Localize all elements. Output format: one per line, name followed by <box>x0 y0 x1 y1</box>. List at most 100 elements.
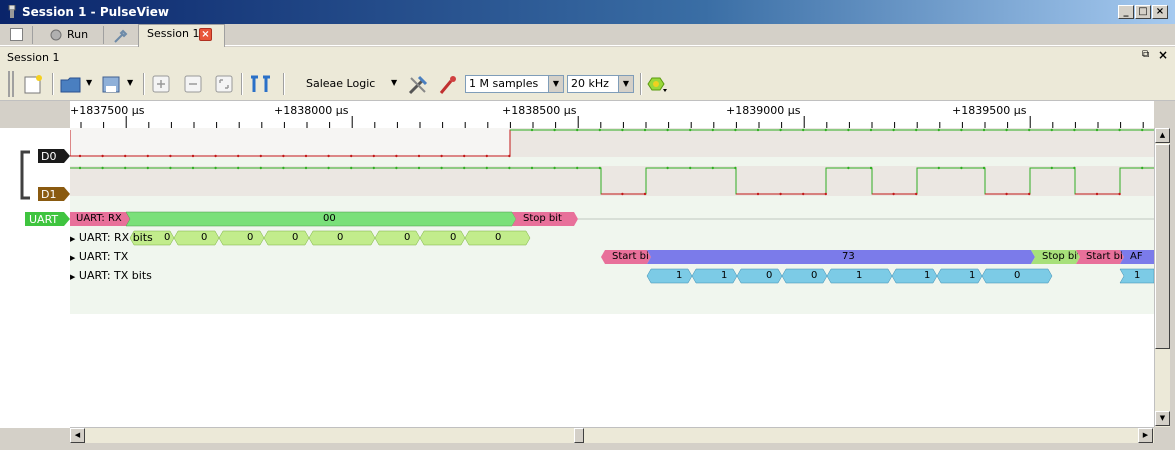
zoom-out-icon[interactable] <box>184 75 202 93</box>
sample-dot <box>1141 166 1144 170</box>
scroll-right-icon[interactable]: ▶ <box>1138 428 1153 443</box>
sample-dot <box>711 166 714 170</box>
sample-dot <box>643 192 647 196</box>
sample-dot <box>892 192 895 196</box>
tx-byte-2-value: AF <box>1130 251 1143 262</box>
sample-dot <box>372 154 375 158</box>
sample-rate-value: 20 kHz <box>571 77 609 90</box>
maximize-button[interactable]: □ <box>1135 5 1151 19</box>
sample-dot <box>440 154 443 158</box>
sample-dot <box>779 128 782 132</box>
sample-dot <box>1028 128 1031 132</box>
tx-row-label[interactable]: ▶ UART: TX <box>70 250 128 263</box>
add-decoder-icon[interactable] <box>646 75 670 93</box>
open-file-icon[interactable] <box>60 74 82 94</box>
new-session-icon[interactable] <box>10 28 23 41</box>
sample-dot <box>598 166 601 170</box>
sample-dot <box>779 192 782 196</box>
rx-bits-row-label[interactable]: ▶ UART: RX bits <box>70 231 153 244</box>
rx-bit-value: 0 <box>292 232 299 243</box>
device-selector[interactable]: Saleae Logic <box>306 77 375 90</box>
sample-dot <box>576 128 579 132</box>
sample-dot <box>1118 192 1121 196</box>
zoom-fit-icon[interactable] <box>215 75 233 93</box>
d1-channel-label[interactable]: D1 <box>41 188 56 201</box>
sample-dot <box>485 166 488 170</box>
new-view-icon[interactable] <box>24 74 44 94</box>
horizontal-scrollbar[interactable]: ◀ ▶ <box>70 427 1154 443</box>
uart-decoder-label[interactable]: UART <box>29 213 58 226</box>
empty-trace-area[interactable] <box>70 314 1154 427</box>
sample-dot <box>214 154 217 158</box>
cursor-markers-icon[interactable] <box>249 74 273 94</box>
tx-bit-value: 1 <box>721 270 728 281</box>
sample-dot <box>124 166 127 170</box>
tools-icon[interactable] <box>113 28 129 44</box>
sample-dot <box>960 166 963 170</box>
sample-dot <box>350 166 353 170</box>
d0-channel-label[interactable]: D0 <box>41 150 56 163</box>
sample-dot <box>417 154 421 158</box>
sample-dot <box>282 154 285 158</box>
sample-count-chevron-down-icon[interactable]: ▼ <box>548 76 563 92</box>
sample-dot <box>847 166 850 170</box>
zoom-in-icon[interactable] <box>152 75 170 93</box>
scroll-down-icon[interactable]: ▼ <box>1155 411 1170 426</box>
minimize-button[interactable]: _ <box>1118 5 1134 19</box>
sample-dot <box>960 128 963 132</box>
float-dock-icon[interactable]: ⧉ <box>1142 49 1149 60</box>
session-title: Session 1 <box>7 51 60 64</box>
configure-device-icon[interactable] <box>407 74 429 96</box>
sample-count-select[interactable]: 1 M samples ▼ <box>465 75 564 93</box>
horizontal-scroll-thumb[interactable] <box>574 428 584 443</box>
sample-dot <box>372 166 375 170</box>
sample-dot <box>259 154 262 158</box>
rx-bits-row-text: UART: RX bits <box>78 231 153 244</box>
time-ruler[interactable]: +1837500 µs +1838000 µs +1838500 µs +183… <box>70 101 1154 128</box>
sample-dot <box>711 128 714 132</box>
save-icon[interactable] <box>101 74 123 94</box>
close-window-button[interactable]: × <box>1152 5 1168 19</box>
rx-bit-value: 0 <box>404 232 411 243</box>
save-menu-chevron-down-icon[interactable]: ▼ <box>127 78 133 87</box>
close-tab-icon[interactable]: × <box>199 28 212 41</box>
device-chevron-down-icon[interactable]: ▼ <box>391 78 397 87</box>
signal-traces[interactable]: UART: RX 00 Stop bit Start bit 73 Stop b… <box>70 128 1154 314</box>
probe-config-icon[interactable] <box>438 74 458 96</box>
sample-dot <box>847 128 850 132</box>
expand-arrow-icon: ▶ <box>70 273 76 281</box>
sample-rate-chevron-down-icon[interactable]: ▼ <box>618 76 633 92</box>
sample-dot <box>191 166 195 170</box>
open-menu-chevron-down-icon[interactable]: ▼ <box>86 78 92 87</box>
sample-dot <box>824 192 827 196</box>
toolbar-separator <box>241 73 243 95</box>
tx-bits-marks <box>646 268 1053 284</box>
sample-dot <box>1073 128 1076 132</box>
sample-dot <box>463 166 466 170</box>
scroll-left-icon[interactable]: ◀ <box>70 428 85 443</box>
rx-bits-marks <box>129 230 531 246</box>
sample-dot <box>530 128 534 132</box>
scroll-up-icon[interactable]: ▲ <box>1155 128 1170 143</box>
sample-dot <box>146 154 149 158</box>
sample-dot <box>643 128 647 132</box>
tx-bit-value: 0 <box>1014 270 1021 281</box>
sample-dot <box>169 166 172 170</box>
ruler-tick-label: +1837500 µs <box>70 104 145 117</box>
tx-bits-row-label[interactable]: ▶ UART: TX bits <box>70 269 152 282</box>
sample-dot <box>169 154 172 158</box>
window-title: Session 1 - PulseView <box>22 5 169 19</box>
sample-dot <box>508 154 511 158</box>
tx-bit-mark <box>646 268 693 284</box>
sample-dot <box>982 166 986 170</box>
sample-dot <box>576 166 579 170</box>
sample-dot <box>869 128 873 132</box>
rx-bit-value: 0 <box>164 232 171 243</box>
vertical-scrollbar[interactable]: ▲ ▼ <box>1154 128 1170 427</box>
close-dock-icon[interactable]: × <box>1158 48 1168 62</box>
sample-dot <box>101 154 104 158</box>
ruler-tick-label: +1839000 µs <box>726 104 801 117</box>
sample-rate-select[interactable]: 20 kHz ▼ <box>567 75 634 93</box>
vertical-scroll-thumb[interactable] <box>1155 144 1170 349</box>
tab-session-1[interactable]: Session 1 × <box>138 24 225 47</box>
